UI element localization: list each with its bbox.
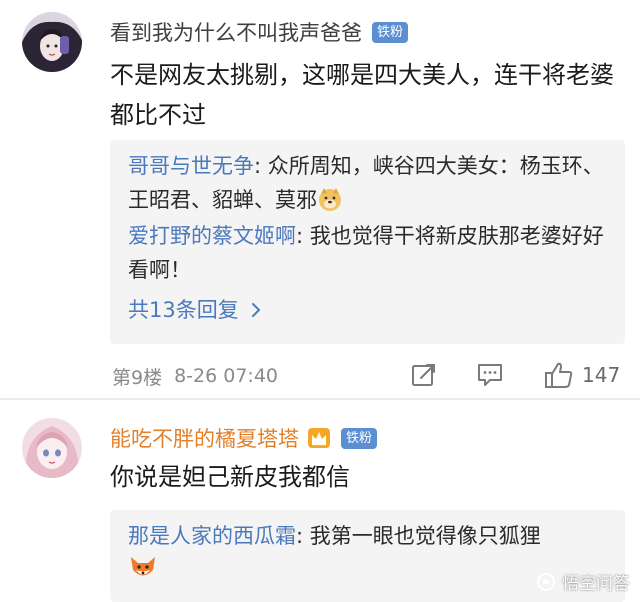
watermark-text: 悟空问答 [562,574,630,594]
reply-item[interactable]: 那是人家的西瓜霜: 我第一眼也觉得像只狐狸 [128,519,609,553]
reply-separator: : [254,154,268,178]
like-count: 147 [582,363,621,387]
share-button[interactable] [411,359,437,391]
reply-item[interactable]: 哥哥与世无争: 众所周知，峡谷四大美女：杨玉环、王昭君、貂蝉、莫邪 [128,149,609,217]
replies-box: 哥哥与世无争: 众所周知，峡谷四大美女：杨玉环、王昭君、貂蝉、莫邪 爱打野的蔡文… [110,140,625,344]
chevron-right-icon [251,303,260,317]
like-button[interactable]: 147 [544,359,620,391]
vip-crown-icon [307,427,331,449]
username[interactable]: 看到我为什么不叫我声爸爸 [110,17,362,47]
avatar[interactable] [22,418,82,478]
reply-separator: : [296,524,310,548]
fox-emoji [128,553,158,583]
doge-emoji [317,186,343,212]
comment-item: 看到我为什么不叫我声爸爸 铁粉 不是网友太挑剔，这哪是四大美人，连干将老婆都比不… [0,0,640,400]
comment-text: 你说是妲己新皮我都信 [110,463,350,491]
fan-badge: 铁粉 [341,427,378,449]
share-icon [412,364,435,386]
reply-separator: : [296,224,310,248]
username-row: 看到我为什么不叫我声爸爸 铁粉 [110,15,409,49]
username-row: 能吃不胖的橘夏塔塔 铁粉 [110,421,378,455]
watermark: 悟空问答 [536,569,630,594]
comment-icon [478,364,502,386]
reply-text: 我第一眼也觉得像只狐狸 [309,524,541,548]
username[interactable]: 能吃不胖的橘夏塔塔 [110,423,299,453]
reply-button[interactable] [476,359,504,391]
more-replies-label: 共13条回复 [128,298,239,322]
reply-item[interactable]: 爱打野的蔡文姬啊: 我也觉得干将新皮肤那老婆好好看啊！ [128,219,609,287]
floor-number: 第9楼 [112,366,163,389]
thumbs-up-icon [545,362,573,388]
reply-username[interactable]: 那是人家的西瓜霜 [128,524,296,548]
wukong-logo-icon [537,572,555,591]
comment-text: 不是网友太挑剔，这哪是四大美人，连干将老婆都比不过 [110,61,614,129]
view-more-replies-link[interactable]: 共13条回复 [128,293,609,327]
reply-username[interactable]: 哥哥与世无争 [128,154,254,178]
comment-meta: 第9楼 8-26 07:40 [112,361,278,391]
reply-username[interactable]: 爱打野的蔡文姬啊 [128,224,296,248]
comment-time: 8-26 07:40 [174,365,279,387]
fan-badge: 铁粉 [372,21,409,43]
avatar[interactable] [22,12,82,72]
